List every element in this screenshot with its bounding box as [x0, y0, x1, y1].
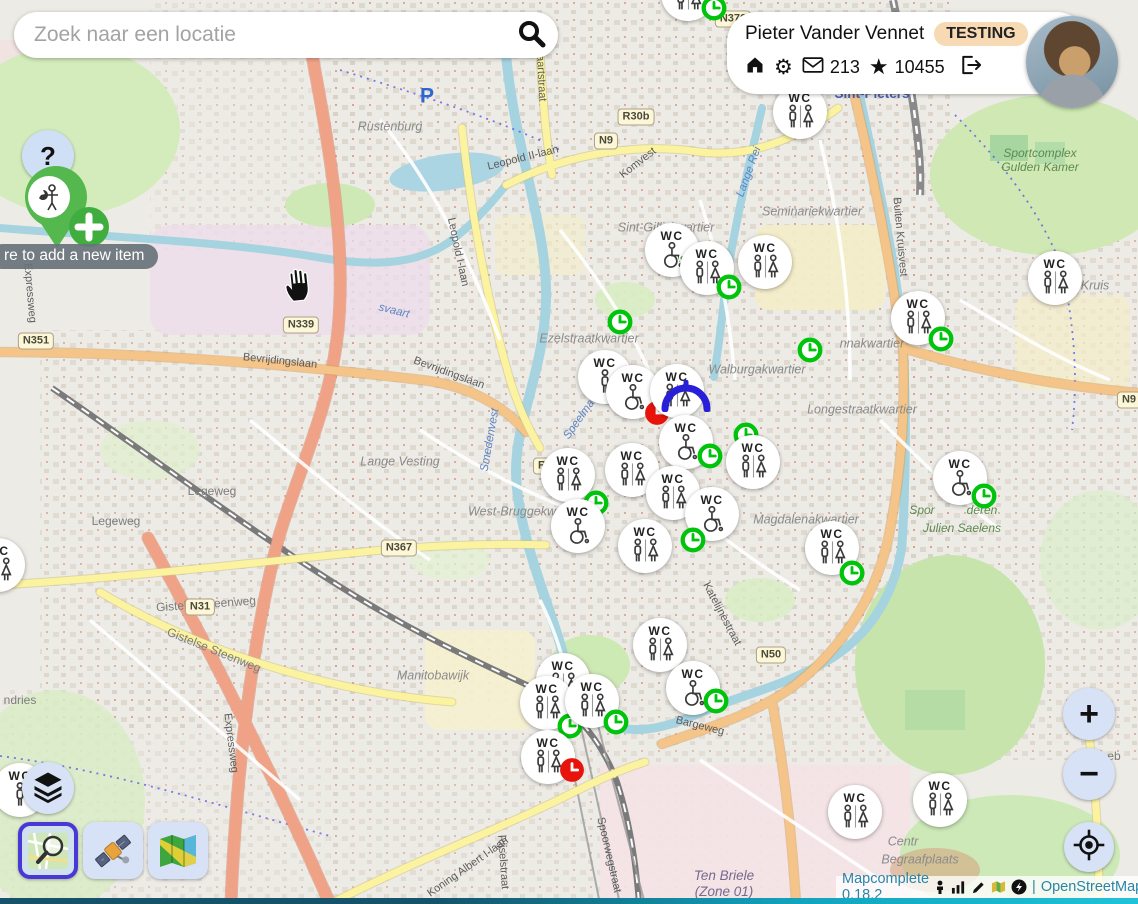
- marker-male-female[interactable]: WC: [1028, 251, 1082, 305]
- search-bar: [14, 12, 558, 58]
- marker-clock-green[interactable]: [607, 309, 633, 335]
- zoom-out-label: −: [1079, 755, 1099, 794]
- brand-progress-bar: [0, 898, 1138, 904]
- mapcomplete-logo-icon[interactable]: [1011, 879, 1027, 895]
- marker-wc-label: WC: [557, 455, 580, 467]
- marker-wc-label: WC: [581, 681, 604, 693]
- marker-male-female[interactable]: WC: [913, 773, 967, 827]
- marker-wheelchair[interactable]: WC: [933, 451, 987, 505]
- zoom-out-button[interactable]: −: [1063, 748, 1115, 800]
- edit-pencil-icon[interactable]: [971, 880, 986, 895]
- marker-male-female[interactable]: WC: [0, 538, 25, 592]
- community-index-icon[interactable]: [991, 880, 1006, 894]
- badge-clock-green: [703, 688, 729, 714]
- folded-map-icon: [156, 831, 200, 871]
- badge-clock-green: [701, 0, 727, 21]
- search-input[interactable]: [32, 22, 516, 48]
- marker-wheelchair[interactable]: WC: [666, 661, 720, 715]
- changeset-count[interactable]: 10455: [895, 57, 945, 78]
- marker-wc-label: WC: [754, 242, 777, 254]
- statistics-icon[interactable]: [951, 880, 966, 894]
- marker-wc-label: WC: [844, 792, 867, 804]
- zoom-in-button[interactable]: +: [1063, 688, 1115, 740]
- marker-male-female[interactable]: WC: [726, 435, 780, 489]
- badge-clock-green: [680, 527, 706, 553]
- attribution-separator: |: [1032, 879, 1036, 895]
- layers-button[interactable]: [22, 762, 74, 814]
- basemap-switcher: [18, 822, 208, 879]
- marker-wc-label: WC: [907, 298, 930, 310]
- badge-clock-green: [928, 326, 954, 352]
- avatar[interactable]: [1026, 16, 1118, 108]
- logout-icon[interactable]: [960, 55, 982, 80]
- marker-male-female[interactable]: WC: [521, 730, 575, 784]
- marker-wc-label: WC: [0, 545, 10, 557]
- badge-clock-red: [559, 757, 585, 783]
- message-count[interactable]: 213: [830, 57, 860, 78]
- marker-wc-label: WC: [594, 357, 617, 369]
- badge-clock-green: [971, 483, 997, 509]
- add-item-tooltip: re to add a new item: [0, 244, 158, 269]
- osm-link[interactable]: OpenStreetMap: [1041, 879, 1138, 895]
- marker-wc-label: WC: [622, 372, 645, 384]
- marker-wc-label: WC: [634, 526, 657, 538]
- marker-male-female[interactable]: WC: [805, 521, 859, 575]
- marker-wc-label: WC: [675, 422, 698, 434]
- marker-wheelchair[interactable]: WC: [659, 415, 713, 469]
- marker-wheelchair[interactable]: WC: [551, 499, 605, 553]
- marker-clock-green[interactable]: [797, 337, 823, 363]
- marker-wc-label: WC: [929, 780, 952, 792]
- marker-male-female[interactable]: WC: [738, 235, 792, 289]
- marker-wc-label: WC: [552, 660, 575, 672]
- messages-icon[interactable]: [802, 56, 824, 79]
- settings-gear-icon[interactable]: ⚙︎: [774, 55, 793, 80]
- marker-male-female[interactable]: WC: [565, 674, 619, 728]
- basemap-option-folded-map[interactable]: [148, 822, 208, 879]
- marker-wc-label: WC: [662, 473, 685, 485]
- contributor-icon[interactable]: [934, 880, 946, 895]
- marker-wc-label: WC: [949, 458, 972, 470]
- marker-male-female[interactable]: WC: [891, 291, 945, 345]
- marker-clock-green[interactable]: [716, 274, 742, 300]
- mapcomplete-app: Brugge- Sint-PietersRustenburgSint-Gilli…: [0, 0, 1138, 904]
- badge-clock-green: [697, 443, 723, 469]
- marker-wc-label: WC: [661, 230, 684, 242]
- marker-wheelchair[interactable]: WC: [685, 487, 739, 541]
- hand-cursor-icon: [281, 267, 315, 309]
- basemap-option-satellite[interactable]: [83, 822, 143, 879]
- attribution-bar: Mapcomplete 0.18.2 | OpenStreetMap: [836, 876, 1138, 898]
- zoom-in-label: +: [1079, 695, 1099, 734]
- markers-layer: WC WC WC WC WC WC WC WC WC WC WC WC WC WC WC WC WC WC WC WC…: [0, 0, 1138, 904]
- marker-wc-label: WC: [536, 683, 559, 695]
- satellite-icon: [92, 831, 134, 871]
- badge-clock-green: [839, 560, 865, 586]
- marker-wc-label: WC: [621, 450, 644, 462]
- marker-wc-label: WC: [537, 737, 560, 749]
- testing-badge: TESTING: [934, 22, 1027, 46]
- marker-wc-label: WC: [701, 494, 724, 506]
- marker-male-female[interactable]: WC: [541, 448, 595, 502]
- layers-icon: [30, 768, 66, 809]
- marker-male-female[interactable]: WC: [618, 519, 672, 573]
- marker-wc-label: WC: [821, 528, 844, 540]
- marker-wc-label: WC: [742, 442, 765, 454]
- marker-arc-blue: [660, 380, 712, 412]
- marker-male-female[interactable]: WC: [828, 785, 882, 839]
- marker-wc-label: WC: [567, 506, 590, 518]
- basemap-option-map-with-search[interactable]: [18, 822, 78, 879]
- geolocate-button[interactable]: [1064, 822, 1114, 872]
- marker-wc-label: WC: [1044, 258, 1067, 270]
- map-search-icon: [26, 831, 70, 871]
- home-icon[interactable]: [745, 55, 765, 80]
- crosshair-icon: [1072, 828, 1106, 867]
- marker-wc-label: WC: [649, 625, 672, 637]
- badge-clock-green: [603, 709, 629, 735]
- marker-male-female[interactable]: WC: [661, 0, 715, 21]
- user-name[interactable]: Pieter Vander Vennet: [745, 23, 924, 45]
- marker-wc-label: WC: [682, 668, 705, 680]
- star-icon: ★: [869, 54, 889, 80]
- marker-wc-label: WC: [696, 248, 719, 260]
- search-icon[interactable]: [516, 18, 546, 53]
